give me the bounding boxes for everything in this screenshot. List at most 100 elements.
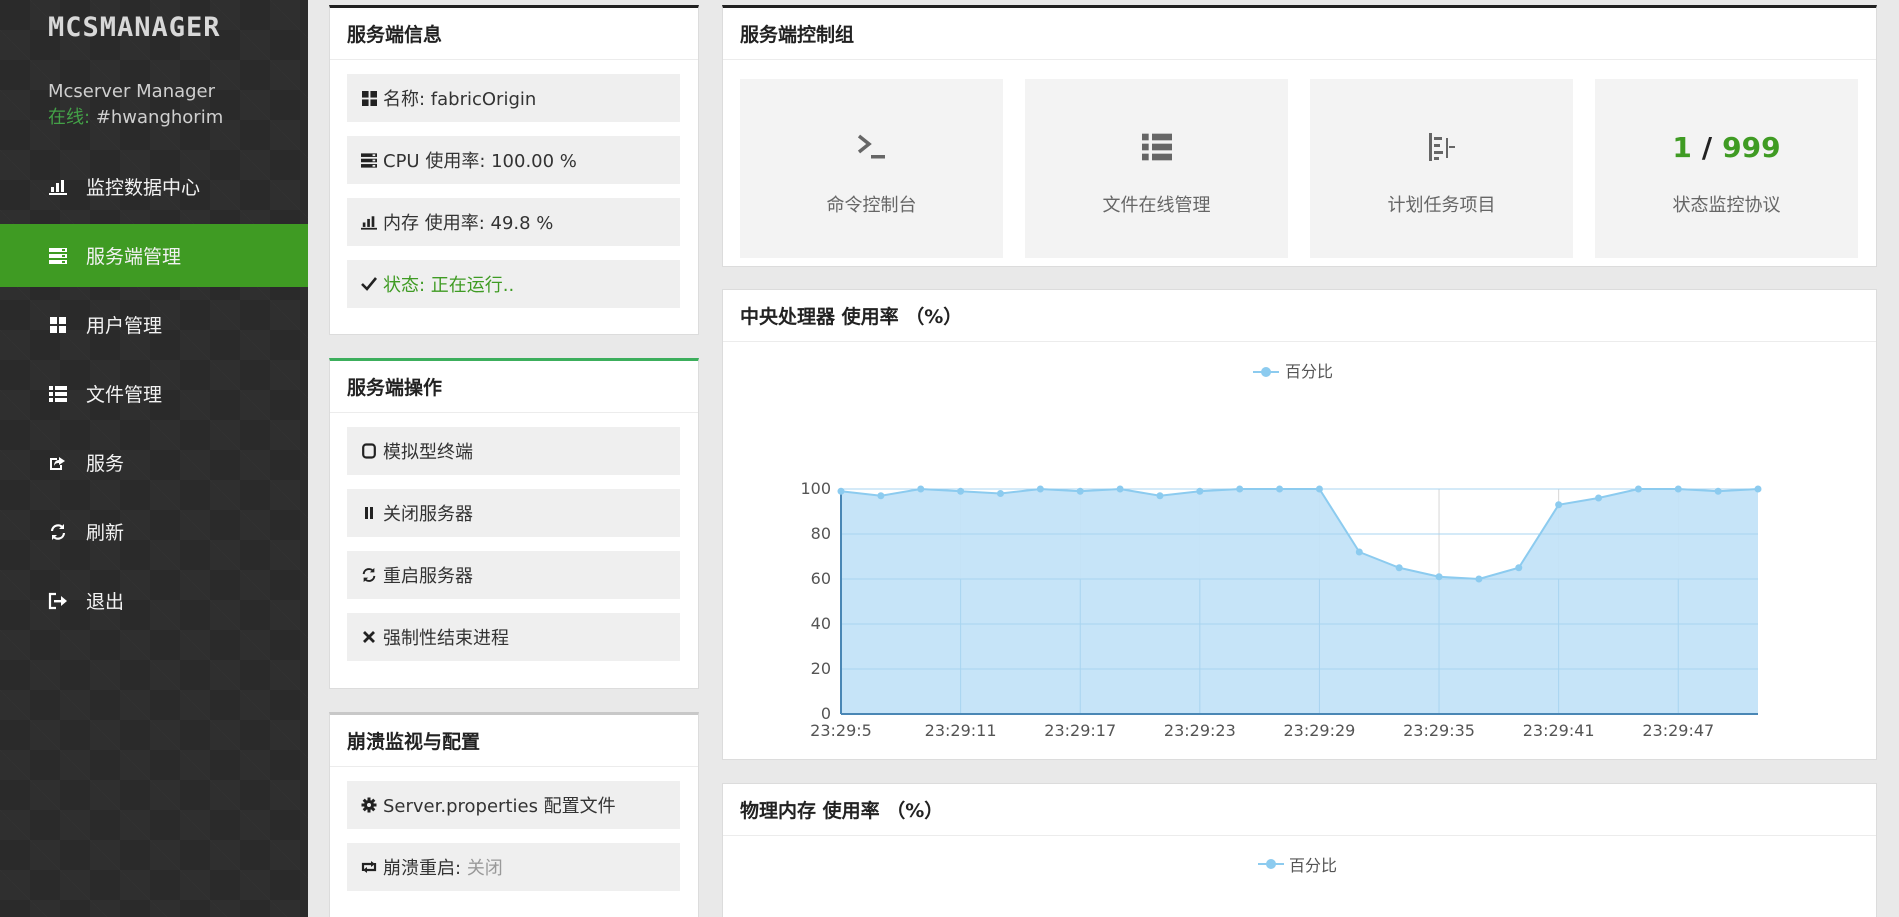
sidebar-item-label: 刷新 — [86, 522, 125, 544]
card-title: 服务端控制组 — [723, 8, 1876, 60]
data-point — [1196, 487, 1204, 495]
stop-server-button[interactable]: 关闭服务器 — [347, 489, 680, 537]
data-point — [996, 490, 1004, 497]
sidebar-item-logout[interactable]: 退出 — [0, 569, 308, 632]
schedule-tile[interactable]: 计划任务项目 — [1310, 79, 1573, 258]
data-point — [1276, 485, 1284, 493]
card-title: 服务端信息 — [330, 8, 698, 60]
logout-icon — [48, 591, 68, 611]
file-manager-tile[interactable]: 文件在线管理 — [1025, 79, 1288, 258]
cpu-chart-card: 中央处理器 使用率 （%） 百分比 0 20 40 60 80 100 23:29:5 23:2… — [722, 289, 1877, 760]
server-info-card: 服务端信息 名称: fabricOrigin CPU 使用率: 100.00 %… — [329, 5, 699, 335]
retweet-icon — [360, 860, 378, 874]
data-point — [1634, 485, 1642, 493]
data-point — [837, 487, 845, 495]
sidebar-item-label: 文件管理 — [86, 384, 163, 406]
y-tick-label: 20 — [811, 659, 831, 678]
data-point — [1116, 485, 1124, 493]
sidebar: MCSMANAGER Mcserver Manager 在线: #hwangho… — [0, 0, 308, 917]
kill-process-button[interactable]: 强制性结束进程 — [347, 613, 680, 661]
username: #hwanghorim — [95, 107, 224, 128]
cpu-usage-chart: 百分比02040608010023:29:5 23:29:11 23:29:17 23… — [800, 362, 1762, 740]
server-status: 状态: 正在运行.. — [383, 275, 515, 296]
data-point — [1435, 573, 1443, 581]
status-protocol-tile[interactable]: 1 / 999 状态监控协议 — [1595, 79, 1858, 258]
restart-server-button[interactable]: 重启服务器 — [347, 551, 680, 599]
console-tile[interactable]: 命令控制台 — [740, 79, 1003, 258]
x-tick-label: 23:29:29 — [1284, 721, 1356, 740]
chart-legend: 百分比 — [1258, 852, 1337, 876]
server-name-row: 名称: fabricOrigin — [347, 74, 680, 122]
x-tick-label: 23:29:23 — [1164, 721, 1236, 740]
kill-process-label: 强制性结束进程 — [383, 628, 509, 649]
stop-server-label: 关闭服务器 — [383, 504, 473, 525]
memory-usage: 内存 使用率: 49.8 % — [383, 213, 554, 234]
list-icon — [1141, 129, 1172, 165]
terminal-label: 模拟型终端 — [383, 442, 473, 463]
card-title: 服务端操作 — [330, 361, 698, 413]
legend-label: 百分比 — [1285, 362, 1333, 381]
crash-restart-toggle[interactable]: 崩溃重启: 关闭 — [347, 843, 680, 891]
status-row: 状态: 正在运行.. — [347, 260, 680, 308]
sidebar-item-server-management[interactable]: 服务端管理 — [0, 224, 308, 287]
sidebar-item-label: 监控数据中心 — [86, 177, 201, 199]
file-manager-label: 文件在线管理 — [1102, 195, 1211, 216]
refresh-icon — [360, 567, 378, 583]
bar-chart-icon — [360, 215, 378, 230]
data-point — [1236, 485, 1244, 493]
series-area — [841, 489, 1758, 714]
x-tick-label: 23:29:17 — [1044, 721, 1116, 740]
square-icon — [360, 443, 378, 459]
x-tick-label: 23:29:41 — [1523, 721, 1595, 740]
x-tick-label: 23:29:5 — [810, 721, 872, 740]
restart-server-label: 重启服务器 — [383, 566, 473, 587]
sidebar-item-service[interactable]: 服务 — [0, 431, 308, 494]
data-point — [1714, 487, 1722, 495]
user-info: Mcserver Manager 在线: #hwanghorim — [48, 79, 223, 131]
sidebar-nav: 监控数据中心 服务端管理 用户管理 文件管理 服务 刷新 退出 — [0, 155, 308, 638]
app-logo: MCSMANAGER — [48, 12, 221, 43]
sidebar-item-files[interactable]: 文件管理 — [0, 362, 308, 425]
data-point — [917, 485, 925, 493]
control-group-card: 服务端控制组 命令控制台 文件在线管理 计划任务项目 1 / 999 状态监控协… — [722, 5, 1877, 267]
y-tick-label: 80 — [811, 524, 831, 543]
server-icon — [48, 246, 68, 266]
x-tick-label: 23:29:47 — [1642, 721, 1714, 740]
card-title: 崩溃监视与配置 — [330, 715, 698, 767]
chart-legend: 百分比 — [1253, 362, 1333, 381]
crash-restart-value: 关闭 — [466, 858, 503, 879]
server-icon — [360, 152, 378, 168]
data-point — [1515, 564, 1523, 572]
refresh-icon — [48, 522, 68, 542]
data-point — [1555, 501, 1563, 509]
players-max: 999 — [1722, 130, 1781, 164]
console-label: 命令控制台 — [826, 195, 917, 216]
data-point — [1076, 487, 1084, 495]
cpu-usage-row: CPU 使用率: 100.00 % — [347, 136, 680, 184]
players-online: 1 — [1672, 130, 1692, 164]
terminal-button[interactable]: 模拟型终端 — [347, 427, 680, 475]
status-protocol-label: 状态监控协议 — [1672, 195, 1781, 216]
memory-usage-row: 内存 使用率: 49.8 % — [347, 198, 680, 246]
player-count: 1 / 999 — [1672, 129, 1780, 165]
sidebar-item-label: 服务 — [86, 453, 125, 475]
data-point — [1156, 492, 1164, 500]
cpu-usage: CPU 使用率: 100.00 % — [383, 151, 577, 172]
sidebar-item-users[interactable]: 用户管理 — [0, 293, 308, 356]
sidebar-item-monitor[interactable]: 监控数据中心 — [0, 155, 308, 218]
server-ops-card: 服务端操作 模拟型终端 关闭服务器 重启服务器 强制性结束进程 — [329, 358, 699, 689]
sidebar-item-label: 退出 — [86, 591, 125, 613]
sidebar-item-refresh[interactable]: 刷新 — [0, 500, 308, 563]
y-tick-label: 100 — [800, 479, 831, 498]
server-properties-button[interactable]: Server.properties 配置文件 — [347, 781, 680, 829]
pause-icon — [360, 506, 378, 520]
y-tick-label: 60 — [811, 569, 831, 588]
data-point — [1036, 485, 1044, 493]
sidebar-item-label: 服务端管理 — [86, 246, 182, 268]
x-tick-label: 23:29:11 — [925, 721, 997, 740]
legend-marker-dot — [1261, 367, 1271, 377]
memory-chart-card: 物理内存 使用率 （%） 百分比 — [722, 783, 1877, 917]
data-point — [1674, 485, 1682, 493]
data-point — [1754, 485, 1762, 493]
server-properties-label: Server.properties 配置文件 — [383, 796, 616, 817]
